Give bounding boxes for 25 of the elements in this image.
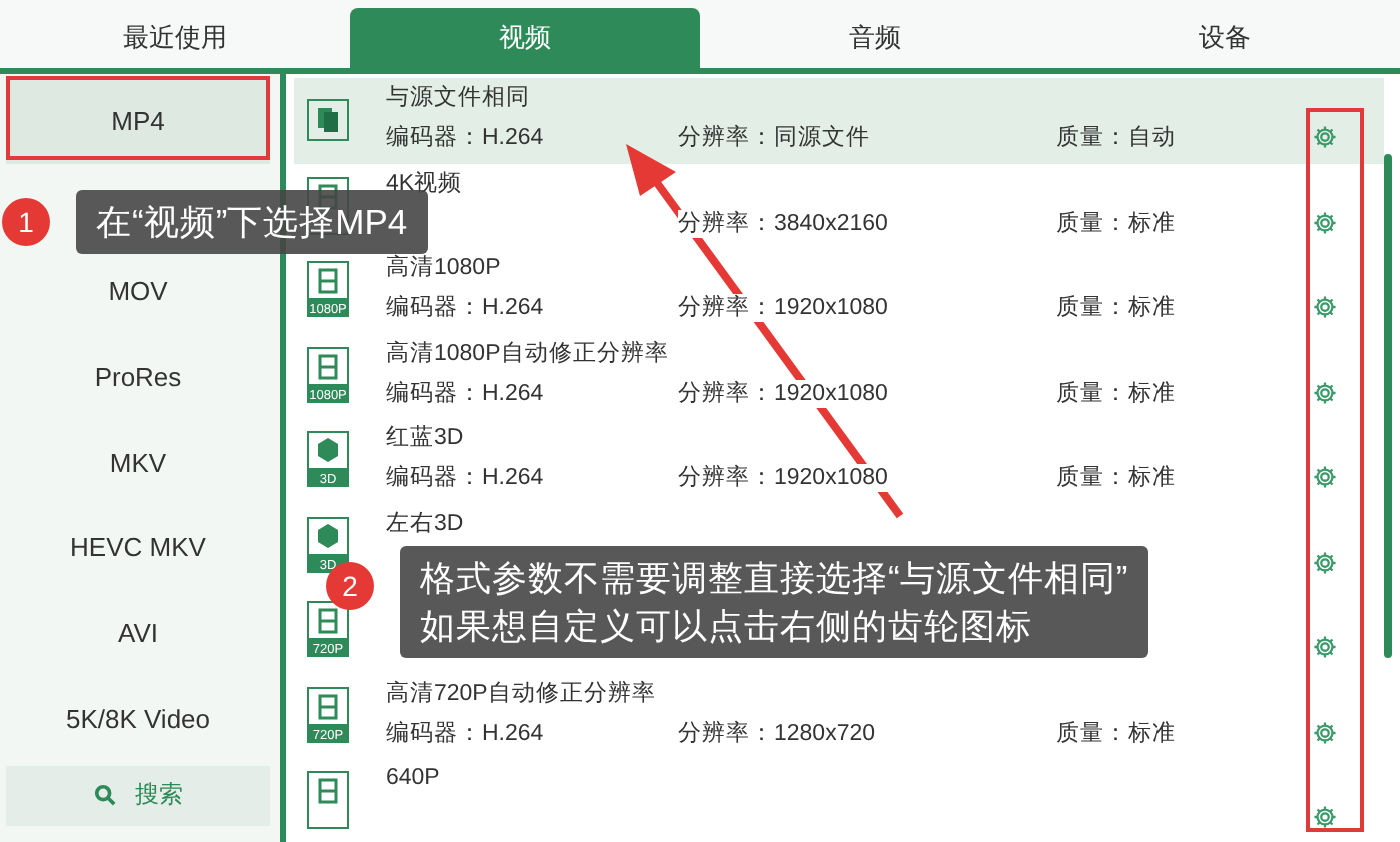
quality-text: 质量：标准	[1056, 464, 1176, 492]
codec-text: 编码器：H.264	[386, 464, 544, 492]
preset-title: 与源文件相同	[386, 84, 530, 112]
codec-text: 编码器：H.264	[386, 379, 544, 407]
preset-title: 高清720P自动修正分辨率	[386, 679, 656, 707]
codec-text: 编码器：H.264	[386, 294, 544, 322]
quality-text: 质量：标准	[1056, 209, 1176, 237]
resolution-text: 分辨率：1280x720	[678, 719, 876, 747]
quality-text: 质量：标准	[1056, 379, 1176, 407]
preset-title: 左右3D	[386, 509, 464, 537]
resolution-text: 分辨率：1920x1080	[678, 464, 888, 492]
codec-text: 编码器：H.264	[386, 124, 544, 152]
preset-title: 高清1080P自动修正分辨率	[386, 339, 669, 367]
preset-title: 红蓝3D	[386, 424, 464, 452]
resolution-text: 分辨率：同源文件	[678, 124, 870, 152]
annotation-tooltip: 在“视频”下选择MP4	[76, 190, 428, 254]
resolution-text: 分辨率：1920x1080	[678, 294, 888, 322]
codec-text: 编码器：H.264	[386, 719, 544, 747]
quality-text: 质量：自动	[1056, 124, 1176, 152]
preset-title: 高清1080P	[386, 254, 501, 282]
resolution-text: 分辨率：3840x2160	[678, 209, 888, 237]
resolution-text: 分辨率：1920x1080	[678, 379, 888, 407]
quality-text: 质量：标准	[1056, 719, 1176, 747]
annotation-tooltip: 格式参数不需要调整直接选择“与源文件相同” 如果想自定义可以点击右侧的齿轮图标	[400, 546, 1148, 658]
quality-text: 质量：标准	[1056, 294, 1176, 322]
